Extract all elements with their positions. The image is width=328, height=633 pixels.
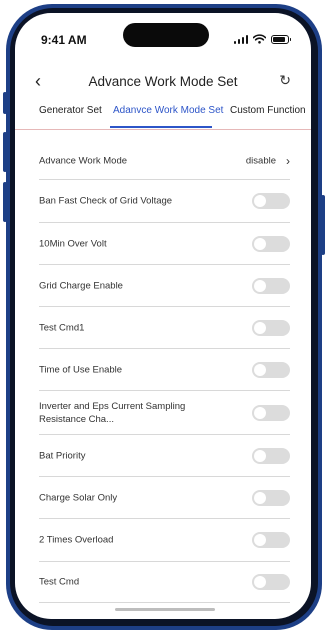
bat-priority-toggle[interactable] [252, 447, 290, 464]
toggle-knob [254, 279, 266, 292]
toggle-knob [254, 363, 266, 376]
toggle-knob [254, 449, 266, 462]
refresh-icon[interactable]: ↻ [279, 72, 291, 89]
page-title: Advance Work Mode Set [88, 74, 238, 89]
toggle-label: Inverter and Eps Current Sampling Resist… [39, 400, 186, 425]
toggle-knob [254, 576, 266, 588]
dynamic-island [123, 23, 209, 47]
advance-work-mode-value: disable [245, 155, 276, 167]
advance-work-mode-row[interactable]: Advance Work Mode disable › [39, 143, 290, 180]
toggle-row-test-cmd: Test Cmd [39, 562, 290, 603]
toggle-knob [254, 237, 266, 250]
chevron-right-icon: › [286, 154, 290, 168]
charge-solar-only-toggle[interactable] [252, 489, 290, 506]
app-screen: 9:41 AM ‹ Advance Work Mode Set ↻ Genera… [15, 13, 311, 619]
toggle-label: Grid Charge Enable [39, 280, 123, 291]
toggle-row-time-of-use-enable: Time of Use Enable [39, 349, 290, 391]
grid-charge-enable-toggle[interactable] [252, 277, 290, 294]
toggle-label: Time of Use Enable [39, 364, 123, 375]
wifi-icon [253, 34, 266, 44]
tab-custom-function[interactable]: Custom Function [230, 105, 306, 116]
toggle-row-10min-over-volt: 10Min Over Volt [39, 223, 290, 265]
active-tab-indicator [110, 126, 212, 128]
tab-bar: Generator Set Adanvce Work Mode Set Cust… [15, 95, 311, 130]
toggle-row-inverter-eps-current: Inverter and Eps Current Sampling Resist… [39, 391, 290, 435]
home-indicator [115, 608, 215, 611]
status-bar: 9:41 AM [15, 13, 311, 63]
toggle-knob [254, 406, 266, 419]
toggle-label: Ban Fast Check of Grid Voltage [39, 195, 173, 207]
toggle-label: Charge Solar Only [39, 492, 118, 503]
toggle-row-test-cmd1: Test Cmd1 [39, 307, 290, 349]
toggle-label: Test Cmd [39, 576, 80, 588]
tab-advance-work-mode-set[interactable]: Adanvce Work Mode Set [113, 105, 223, 116]
test-cmd-toggle[interactable] [252, 574, 290, 590]
volume-down-button [3, 182, 7, 222]
10min-over-volt-toggle[interactable] [252, 235, 290, 252]
toggle-row-charge-solar-only: Charge Solar Only [39, 477, 290, 519]
toggle-knob [254, 321, 266, 334]
tab-generator-set[interactable]: Generator Set [39, 105, 102, 116]
battery-icon [271, 34, 291, 44]
toggle-row-2-times-overload: 2 Times Overload [39, 519, 290, 562]
toggle-knob [254, 534, 266, 546]
ban-fast-check-toggle[interactable] [252, 193, 290, 209]
cellular-signal-icon [233, 34, 248, 44]
toggle-label: 10Min Over Volt [39, 238, 107, 249]
status-icons [233, 34, 291, 44]
toggle-row-grid-charge-enable: Grid Charge Enable [39, 265, 290, 307]
power-button [321, 195, 325, 255]
toggle-row-bat-priority: Bat Priority [39, 435, 290, 477]
status-time: 9:41 AM [41, 33, 87, 47]
silent-switch [3, 92, 7, 114]
inverter-eps-current-toggle[interactable] [252, 404, 290, 421]
app-header: ‹ Advance Work Mode Set ↻ [15, 65, 311, 99]
advance-work-mode-label: Advance Work Mode [39, 155, 128, 167]
toggle-label: Test Cmd1 [39, 322, 85, 333]
test-cmd1-toggle[interactable] [252, 319, 290, 336]
volume-up-button [3, 132, 7, 172]
toggle-label: Bat Priority [39, 450, 86, 461]
time-of-use-enable-toggle[interactable] [252, 361, 290, 378]
toggle-knob [254, 491, 266, 504]
toggle-label: 2 Times Overload [39, 534, 114, 546]
toggle-row-ban-fast-check: Ban Fast Check of Grid Voltage [39, 180, 290, 223]
2-times-overload-toggle[interactable] [252, 532, 290, 548]
toggle-knob [254, 195, 266, 207]
settings-list: Advance Work Mode disable › Ban Fast Che… [39, 143, 290, 603]
